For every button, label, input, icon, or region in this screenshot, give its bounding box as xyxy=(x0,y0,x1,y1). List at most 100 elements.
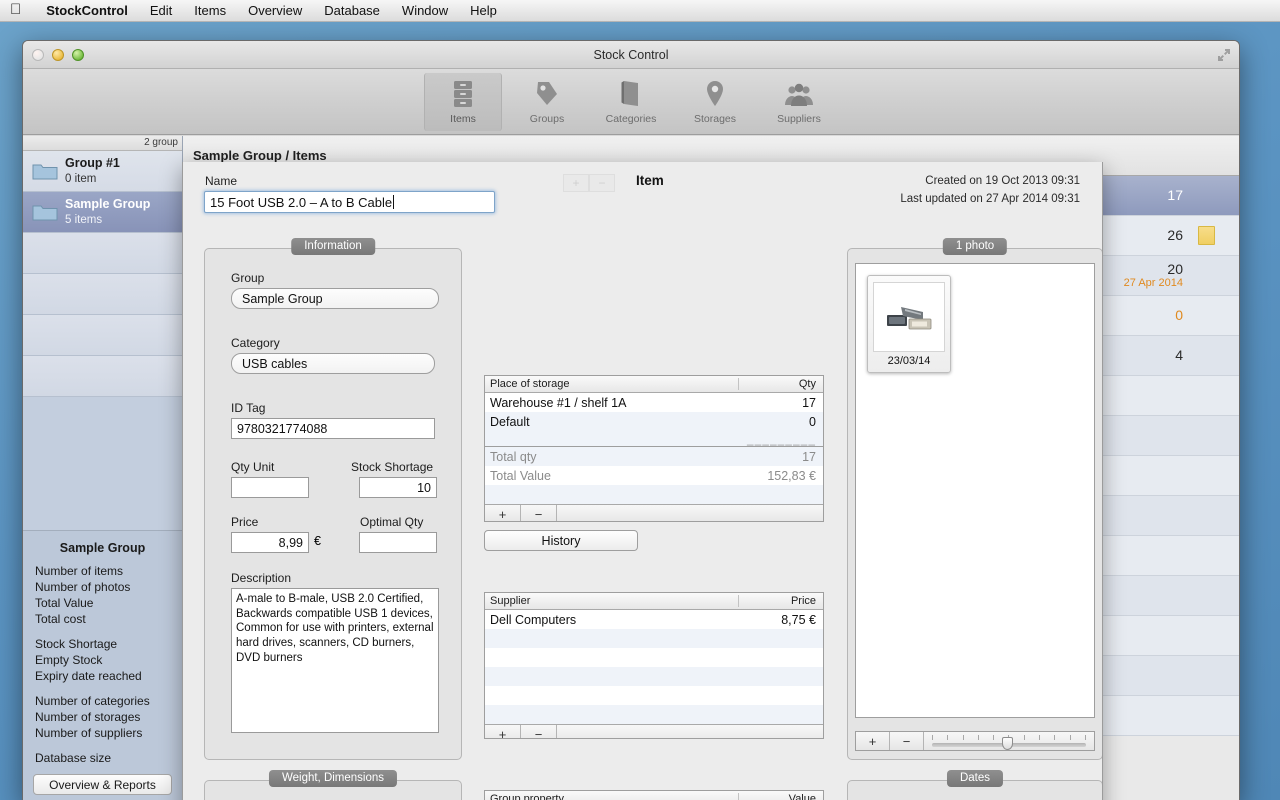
table-row xyxy=(485,686,823,705)
total-value-value: 152,83 € xyxy=(767,468,816,483)
id-tag-label: ID Tag xyxy=(231,401,266,415)
item-detail-sheet: Name 15 Foot USB 2.0 – A to B Cable + − … xyxy=(182,162,1103,800)
window-controls xyxy=(32,49,84,61)
price-input[interactable]: 8,99 xyxy=(231,532,309,553)
photo-thumbnail[interactable]: 23/03/14 xyxy=(867,275,951,373)
storage-footer-space xyxy=(557,505,823,521)
text-caret xyxy=(393,195,395,209)
sheet-title: Item xyxy=(636,173,664,188)
app-window: Stock Control Items Groups Categories St… xyxy=(22,40,1240,800)
window-titlebar: Stock Control xyxy=(23,41,1239,69)
item-qty: 0 xyxy=(1175,307,1183,324)
toolbar-item-suppliers[interactable]: Suppliers xyxy=(760,73,838,131)
storage-total-separator: ––––––––– xyxy=(485,431,823,446)
menu-item-items[interactable]: Items xyxy=(183,3,237,18)
apple-logo-icon[interactable]:  xyxy=(10,2,21,17)
storage-col-place: Place of storage xyxy=(485,378,739,390)
stat-number-of-categories: Number of categories xyxy=(35,694,150,708)
supplier-table-header: Supplier Price xyxy=(485,593,823,610)
menu-item-help[interactable]: Help xyxy=(459,3,508,18)
dates-panel: Dates ✓ Last inventory date xyxy=(847,770,1102,800)
sidebar-group-count: 2 group xyxy=(23,136,182,151)
photo-date: 23/03/14 xyxy=(887,355,931,367)
group-label: Group xyxy=(231,271,265,285)
last-updated-text: Last updated on 27 Apr 2014 09:31 xyxy=(900,192,1080,205)
table-row[interactable]: Dell Computers 8,75 € xyxy=(485,610,823,629)
storage-totals: Total qty 17 Total Value 152,83 € + − xyxy=(484,447,824,522)
photo-size-slider[interactable] xyxy=(924,732,1094,750)
menu-bar:  StockControl Edit Items Overview Datab… xyxy=(0,0,1280,22)
table-row[interactable]: Default 0 xyxy=(485,412,823,431)
book-icon xyxy=(620,78,642,110)
slider-knob[interactable] xyxy=(1002,737,1014,750)
stat-stock-shortage: Stock Shortage xyxy=(35,637,118,651)
items-drawer-icon xyxy=(451,78,475,110)
menu-item-window[interactable]: Window xyxy=(391,3,459,18)
photo-grid[interactable]: 23/03/14 xyxy=(855,263,1095,718)
group-item-count: 0 item xyxy=(65,172,97,185)
stock-shortage-label: Stock Shortage xyxy=(351,460,434,474)
category-select[interactable]: USB cables xyxy=(231,353,435,374)
item-qty: 20 27 Apr 2014 xyxy=(1123,261,1183,290)
toolbar-item-categories[interactable]: Categories xyxy=(592,73,670,131)
description-textarea[interactable]: A-male to B-male, USB 2.0 Certified, Bac… xyxy=(231,588,439,733)
group-list-empty-row xyxy=(23,315,182,356)
toolbar-label-items: Items xyxy=(450,113,476,125)
add-storage-button[interactable]: + xyxy=(485,505,521,521)
fullscreen-expand-icon[interactable] xyxy=(1217,48,1231,62)
table-row[interactable]: Warehouse #1 / shelf 1A 17 xyxy=(485,393,823,412)
information-panel-title: Information xyxy=(291,238,375,255)
folder-icon xyxy=(32,164,58,180)
supplier-table-footer: + − xyxy=(485,724,823,738)
stat-number-of-storages: Number of storages xyxy=(35,710,141,724)
toolbar-item-items[interactable]: Items xyxy=(424,73,502,131)
name-input[interactable]: 15 Foot USB 2.0 – A to B Cable xyxy=(204,191,495,213)
remove-item-button[interactable]: − xyxy=(589,174,615,192)
stat-divider xyxy=(23,684,182,693)
menu-item-database[interactable]: Database xyxy=(313,3,391,18)
zoom-button[interactable] xyxy=(72,49,84,61)
add-photo-button[interactable]: + xyxy=(856,732,890,750)
storage-col-qty: Qty xyxy=(798,378,816,390)
menu-item-edit[interactable]: Edit xyxy=(139,3,183,18)
id-tag-input[interactable]: 9780321774088 xyxy=(231,418,435,439)
qty-unit-input[interactable] xyxy=(231,477,309,498)
price-label: Price xyxy=(231,515,259,529)
supplier-col-name: Supplier xyxy=(485,595,739,607)
toolbar-label-categories: Categories xyxy=(605,113,657,125)
property-table-header: Group property Value xyxy=(485,791,823,800)
total-qty-label: Total qty xyxy=(490,449,537,464)
supplier-price: 8,75 € xyxy=(781,612,816,627)
stock-shortage-input[interactable]: 10 xyxy=(359,477,437,498)
optimal-qty-input[interactable] xyxy=(359,532,437,553)
add-supplier-button[interactable]: + xyxy=(485,725,521,738)
supplier-col-price: Price xyxy=(790,595,816,607)
supplier-name: Dell Computers xyxy=(490,612,577,627)
close-button[interactable] xyxy=(32,49,44,61)
remove-photo-button[interactable]: − xyxy=(890,732,924,750)
sidebar-item-sample-group[interactable]: Sample Group 5 items xyxy=(23,192,182,233)
add-item-button[interactable]: + xyxy=(563,174,589,192)
supplier-table: Supplier Price Dell Computers 8,75 € + − xyxy=(484,592,824,739)
menu-item-stockcontrol[interactable]: StockControl xyxy=(35,3,139,18)
menu-item-overview[interactable]: Overview xyxy=(237,3,313,18)
tag-icon xyxy=(534,78,560,110)
remove-storage-button[interactable]: − xyxy=(521,505,557,521)
history-button[interactable]: History xyxy=(484,530,638,551)
overview-reports-button[interactable]: Overview & Reports xyxy=(33,774,172,795)
sidebar-item-group-1[interactable]: Group #1 0 item xyxy=(23,151,182,192)
property-col-name: Group property xyxy=(485,793,739,800)
stat-empty-stock: Empty Stock xyxy=(35,653,103,667)
group-select[interactable]: Sample Group xyxy=(231,288,439,309)
weight-dimensions-panel: Weight, Dimensions Weight Total weight xyxy=(204,770,462,800)
price-currency-label: € xyxy=(314,534,321,548)
toolbar-item-groups[interactable]: Groups xyxy=(508,73,586,131)
stat-expiry-date-reached: Expiry date reached xyxy=(35,669,142,683)
items-list-header-label: Sample Group / Items xyxy=(193,148,327,163)
group-name: Group #1 xyxy=(65,156,120,171)
toolbar-item-storages[interactable]: Storages xyxy=(676,73,754,131)
toolbar-label-suppliers: Suppliers xyxy=(777,113,821,125)
photo-panel-title: 1 photo xyxy=(942,238,1008,255)
minimize-button[interactable] xyxy=(52,49,64,61)
remove-supplier-button[interactable]: − xyxy=(521,725,557,738)
